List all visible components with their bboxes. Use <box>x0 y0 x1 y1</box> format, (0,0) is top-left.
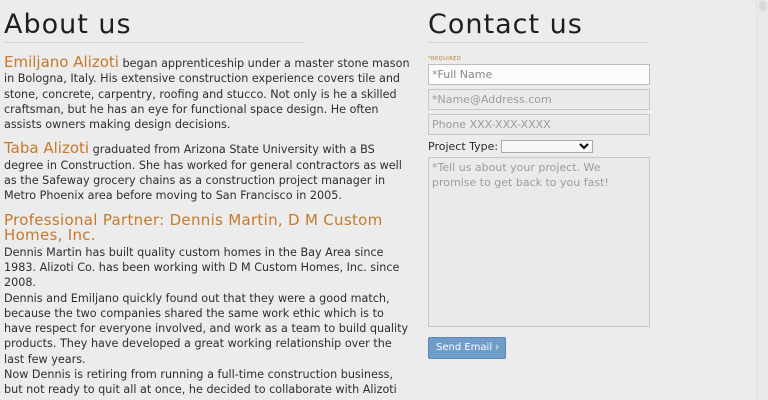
phone-input[interactable] <box>428 114 650 135</box>
partner-paragraph-2: Dennis and Emiljano quickly found out th… <box>4 291 409 366</box>
page-scrollbar[interactable] <box>756 0 768 400</box>
partner-paragraph-3: Now Dennis is retiring from running a fu… <box>4 368 397 397</box>
email-input[interactable] <box>428 89 650 110</box>
project-type-label: Project Type: <box>428 139 499 153</box>
about-paragraph-taba: Taba Alizoti graduated from Arizona Stat… <box>4 141 412 203</box>
full-name-input[interactable] <box>428 64 650 85</box>
contact-section: Contact us *Required Project Type: Send … <box>428 0 652 359</box>
emiljano-name: Emiljano Alizoti <box>4 53 119 71</box>
contact-title: Contact us <box>428 0 648 43</box>
taba-name: Taba Alizoti <box>4 139 90 158</box>
about-section: About us Emiljano Alizoti began apprenti… <box>4 0 412 398</box>
send-email-button[interactable]: Send Email › <box>428 337 507 359</box>
required-note: *Required <box>428 56 462 62</box>
partner-heading: Professional Partner: Dennis Martin, D M… <box>4 210 383 244</box>
scrollbar-thumb[interactable] <box>759 1 766 11</box>
about-paragraph-emiljano: Emiljano Alizoti began apprenticeship un… <box>4 53 412 132</box>
chevron-right-icon: › <box>495 342 500 353</box>
message-textarea[interactable] <box>428 157 650 327</box>
project-type-row: Project Type: <box>428 139 652 153</box>
about-title: About us <box>4 0 304 43</box>
partner-paragraph-1: Dennis Martin has built quality custom h… <box>4 245 400 290</box>
send-email-label: Send Email <box>436 342 493 353</box>
project-type-select[interactable] <box>501 139 594 153</box>
